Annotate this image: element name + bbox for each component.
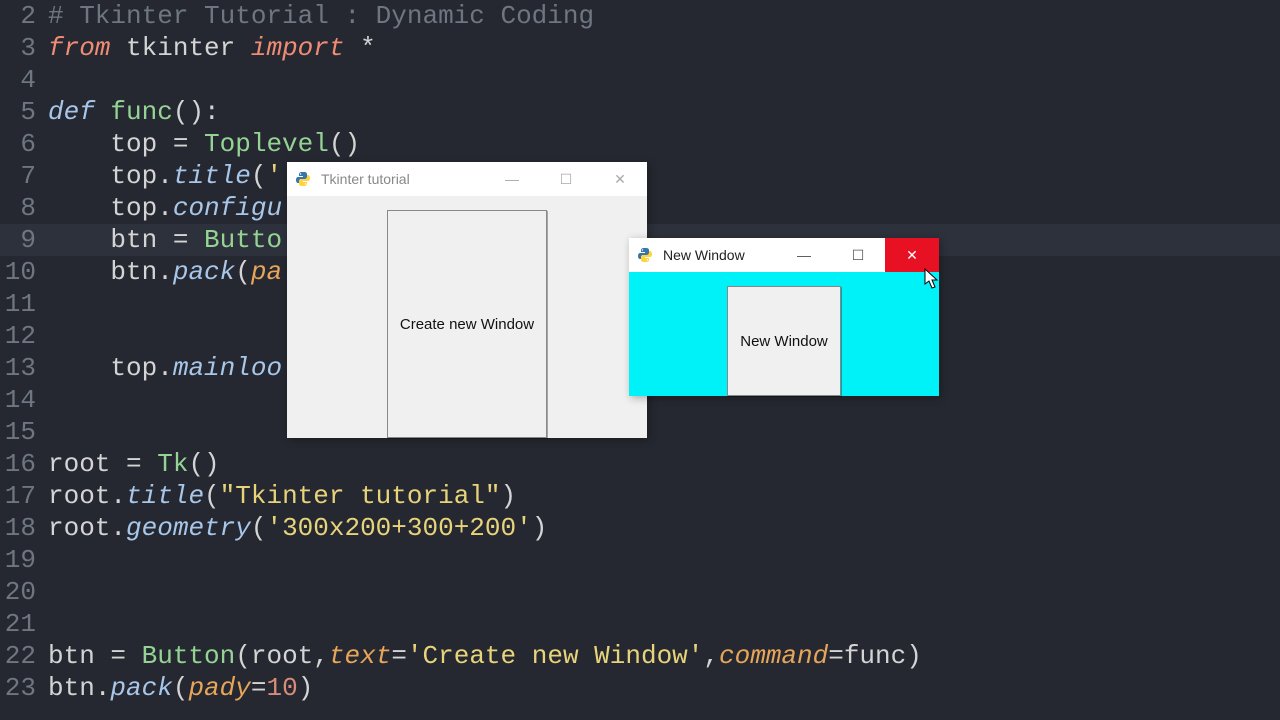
code-line[interactable]: 17root.title("Tkinter tutorial") [0,480,1280,512]
code-line[interactable]: 22btn = Button(root,text='Create new Win… [0,640,1280,672]
code-content[interactable]: from tkinter import * [48,32,376,64]
maximize-button[interactable]: ☐ [539,162,593,196]
line-number: 4 [0,64,48,96]
line-number: 9 [0,224,48,256]
line-number: 19 [0,544,48,576]
code-content[interactable]: top.mainloo [48,352,282,384]
code-line[interactable]: 16root = Tk() [0,448,1280,480]
code-content[interactable]: top.title(' [48,160,282,192]
code-line[interactable]: 5def func(): [0,96,1280,128]
code-line[interactable]: 20 [0,576,1280,608]
code-content[interactable]: # Tkinter Tutorial : Dynamic Coding [48,0,594,32]
window-title: New Window [661,247,777,263]
code-line[interactable]: 18root.geometry('300x200+300+200') [0,512,1280,544]
code-content[interactable]: top = Toplevel() [48,128,360,160]
line-number: 2 [0,0,48,32]
line-number: 18 [0,512,48,544]
close-button[interactable]: ✕ [885,238,939,272]
code-content[interactable]: btn = Button(root,text='Create new Windo… [48,640,922,672]
code-content[interactable]: btn.pack(pady=10) [48,672,313,704]
line-number: 14 [0,384,48,416]
line-number: 16 [0,448,48,480]
create-new-window-button[interactable]: Create new Window [387,210,547,438]
code-line[interactable]: 2# Tkinter Tutorial : Dynamic Coding [0,0,1280,32]
code-content[interactable]: btn = Butto [48,224,282,256]
code-content[interactable]: root = Tk() [48,448,220,480]
titlebar[interactable]: Tkinter tutorial — ☐ ✕ [287,162,647,196]
window-controls: — ☐ ✕ [777,238,939,272]
titlebar[interactable]: New Window — ☐ ✕ [629,238,939,272]
line-number: 3 [0,32,48,64]
line-number: 8 [0,192,48,224]
window-controls: — ☐ ✕ [485,162,647,196]
line-number: 5 [0,96,48,128]
code-content[interactable]: btn.pack(pa [48,256,282,288]
line-number: 7 [0,160,48,192]
close-button[interactable]: ✕ [593,162,647,196]
window-body: Create new Window [287,196,647,438]
python-icon [295,171,311,187]
window-title: Tkinter tutorial [319,171,485,187]
maximize-button[interactable]: ☐ [831,238,885,272]
line-number: 12 [0,320,48,352]
code-line[interactable]: 23btn.pack(pady=10) [0,672,1280,704]
cursor-icon [924,268,940,290]
line-number: 21 [0,608,48,640]
line-number: 13 [0,352,48,384]
line-number: 23 [0,672,48,704]
tk-window-main: Tkinter tutorial — ☐ ✕ Create new Window [287,162,647,438]
code-content[interactable]: top.configu [48,192,282,224]
line-number: 6 [0,128,48,160]
line-number: 22 [0,640,48,672]
code-line[interactable]: 4 [0,64,1280,96]
code-line[interactable]: 21 [0,608,1280,640]
python-icon [637,247,653,263]
line-number: 20 [0,576,48,608]
code-line[interactable]: 3from tkinter import * [0,32,1280,64]
line-number: 17 [0,480,48,512]
line-number: 10 [0,256,48,288]
tk-window-child: New Window — ☐ ✕ New Window [629,238,939,396]
code-content[interactable]: def func(): [48,96,220,128]
new-window-button[interactable]: New Window [727,286,841,396]
code-content[interactable]: root.title("Tkinter tutorial") [48,480,516,512]
line-number: 15 [0,416,48,448]
minimize-button[interactable]: — [777,238,831,272]
window-body: New Window [629,272,939,396]
code-line[interactable]: 19 [0,544,1280,576]
minimize-button[interactable]: — [485,162,539,196]
code-line[interactable]: 6 top = Toplevel() [0,128,1280,160]
line-number: 11 [0,288,48,320]
code-content[interactable]: root.geometry('300x200+300+200') [48,512,547,544]
